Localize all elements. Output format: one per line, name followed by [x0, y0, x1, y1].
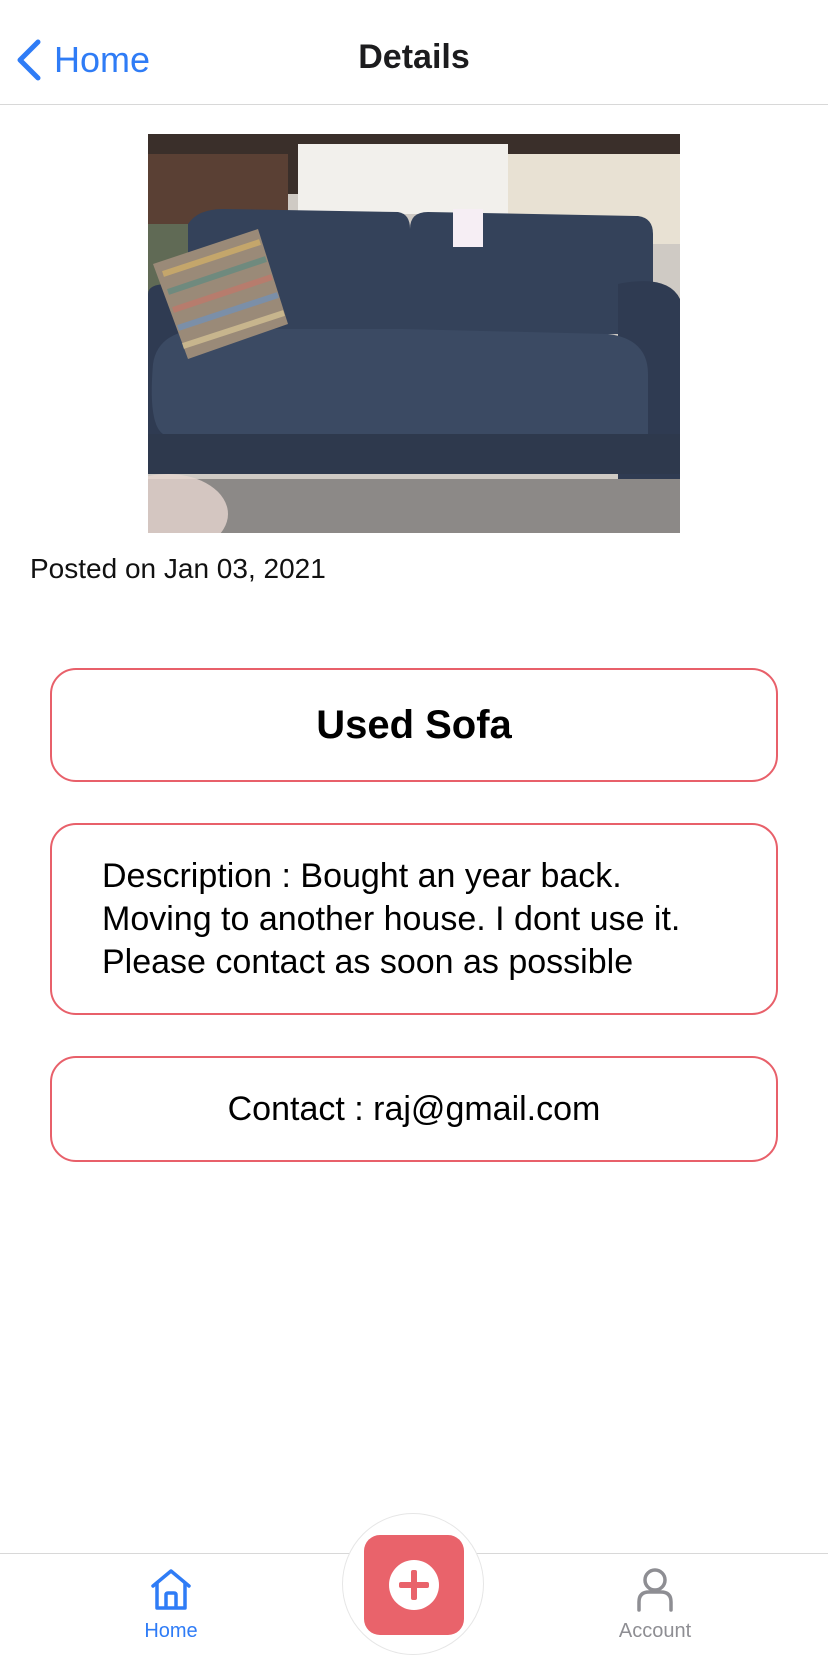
listing-description-card: Description : Bought an year back. Movin…: [50, 823, 778, 1015]
add-listing-button[interactable]: [364, 1535, 464, 1635]
tab-account[interactable]: Account: [575, 1566, 735, 1643]
tab-home[interactable]: Home: [91, 1566, 251, 1643]
listing-title-card: Used Sofa: [50, 668, 778, 782]
listing-title: Used Sofa: [316, 702, 512, 747]
plus-icon: [389, 1560, 439, 1610]
navigation-bar: Home Details: [0, 0, 828, 105]
page-title: Details: [358, 38, 470, 76]
listing-contact: Contact : raj@gmail.com: [227, 1089, 601, 1128]
home-icon: [151, 1569, 191, 1610]
listing-contact-card: Contact : raj@gmail.com: [50, 1056, 778, 1162]
tab-account-label: Account: [618, 1620, 692, 1642]
posted-date: Posted on Jan 03, 2021: [30, 553, 326, 584]
listing-description: Description : Bought an year back. Movin…: [102, 857, 681, 981]
person-icon: [637, 1568, 673, 1612]
listing-photo: [148, 134, 680, 533]
tab-home-label: Home: [144, 1620, 198, 1642]
